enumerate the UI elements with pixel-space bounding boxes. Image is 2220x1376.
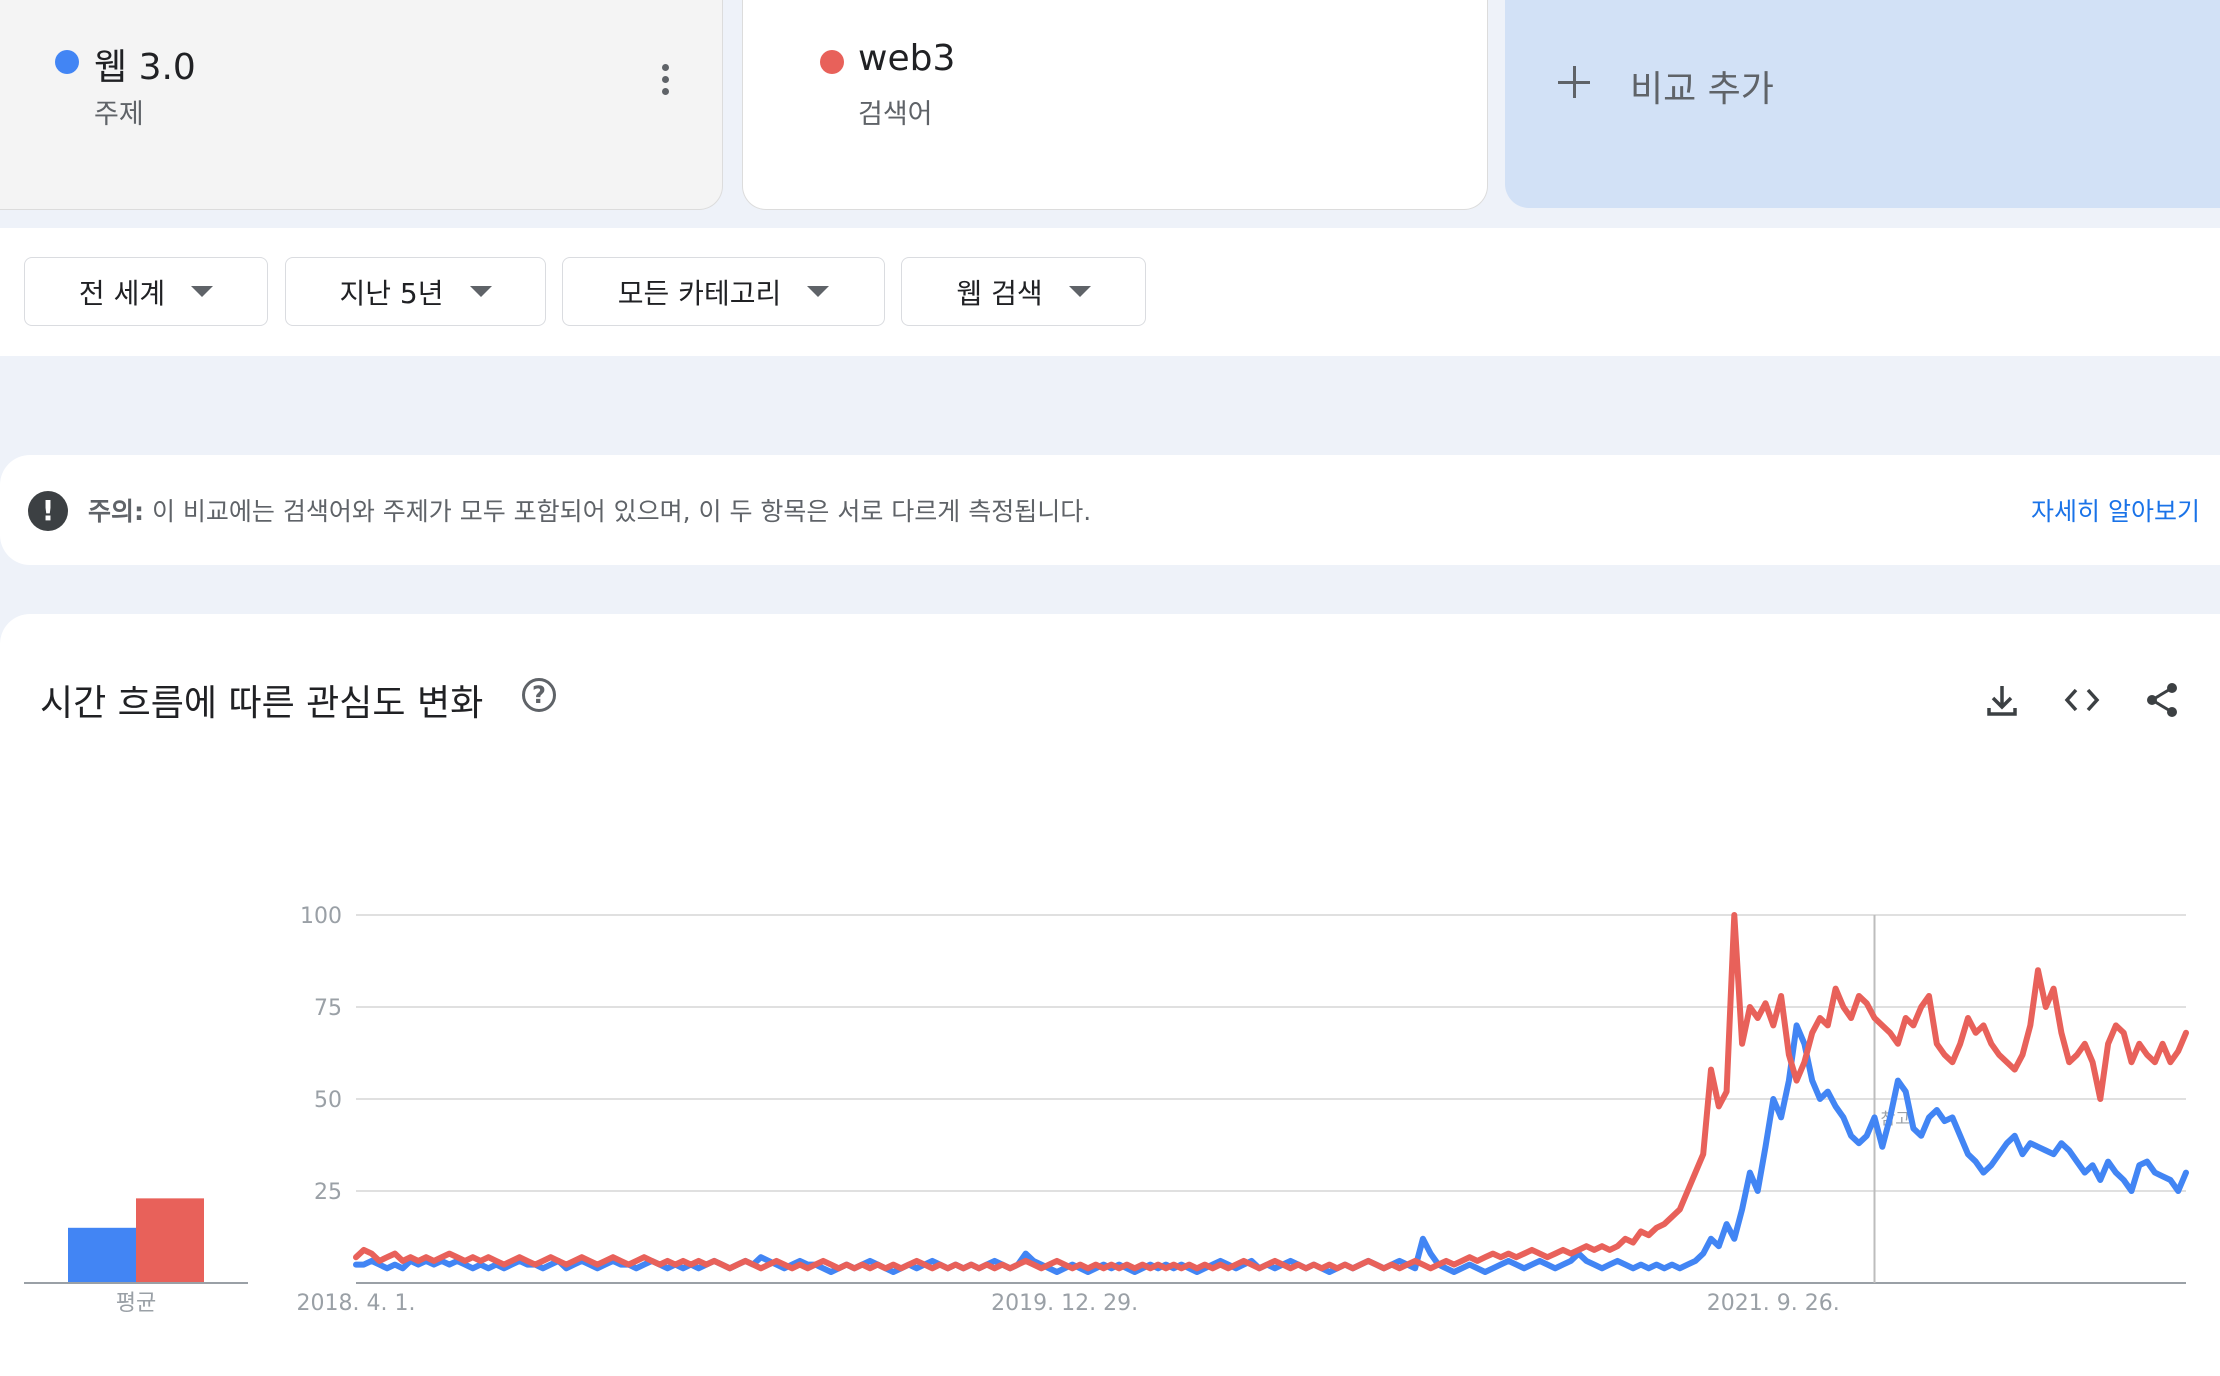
filter-region-label: 전 세계 [78,276,166,310]
notice-text: 주의: 이 비교에는 검색어와 주제가 모두 포함되어 있으며, 이 두 항목은… [88,492,1091,528]
term-1-name: 웹 3.0 [94,47,196,88]
filter-time-range[interactable]: 지난 5년 [285,257,546,326]
more-options-icon[interactable] [662,64,670,100]
notice-body: 이 비교에는 검색어와 주제가 모두 포함되어 있으며, 이 두 항목은 서로 … [144,497,1092,526]
filter-region[interactable]: 전 세계 [24,257,268,326]
interest-chart: 25 50 75 100 2018. 4. 1. 2019. 12. 29. 2021. 9… [24,904,2189,1316]
average-label: 평균 [116,1291,156,1316]
y-tick-label: 25 [314,1180,342,1205]
compare-term-card-2[interactable] [742,0,1488,210]
caret-down-icon [807,286,830,297]
plus-icon [1558,66,1590,98]
filter-category-label: 모든 카테고리 [617,276,782,310]
term-2-color-dot [820,50,844,74]
caret-down-icon [469,286,492,297]
series-line-2 [353,912,2189,1272]
download-icon[interactable] [1982,680,2022,720]
filter-time-label: 지난 5년 [339,276,444,310]
average-bar-1 [68,1227,136,1283]
x-tick-label: 2021. 9. 26. [1707,1291,1840,1316]
term-2-type: 검색어 [858,99,933,130]
warning-icon: ! [28,491,68,531]
y-tick-label: 100 [300,904,342,929]
y-tick-label: 75 [314,996,342,1021]
chart-title: 시간 흐름에 따른 관심도 변화 [40,683,484,724]
filter-category[interactable]: 모든 카테고리 [562,257,885,326]
filter-search-type[interactable]: 웹 검색 [901,257,1146,326]
y-tick-label: 50 [314,1088,342,1113]
annotation-label: 참고 [1881,1109,1910,1128]
series-line-1 [353,1022,2189,1275]
x-tick-label: 2018. 4. 1. [297,1291,416,1316]
embed-code-icon[interactable] [2062,680,2102,720]
caret-down-icon [1068,286,1091,297]
learn-more-link[interactable]: 자세히 알아보기 [2031,492,2200,528]
add-comparison-button[interactable] [1505,0,2220,208]
average-bar-2 [136,1198,204,1283]
caret-down-icon [191,286,214,297]
term-1-type: 주제 [94,99,144,130]
notice-prefix: 주의: [88,497,144,526]
add-comparison-label: 비교 추가 [1630,69,1774,110]
share-icon[interactable] [2142,680,2182,720]
term-1-color-dot [55,50,79,74]
term-2-name: web3 [858,38,956,79]
x-tick-label: 2019. 12. 29. [991,1291,1138,1316]
help-icon[interactable]: ? [522,678,556,712]
filter-search-type-label: 웹 검색 [956,276,1043,310]
